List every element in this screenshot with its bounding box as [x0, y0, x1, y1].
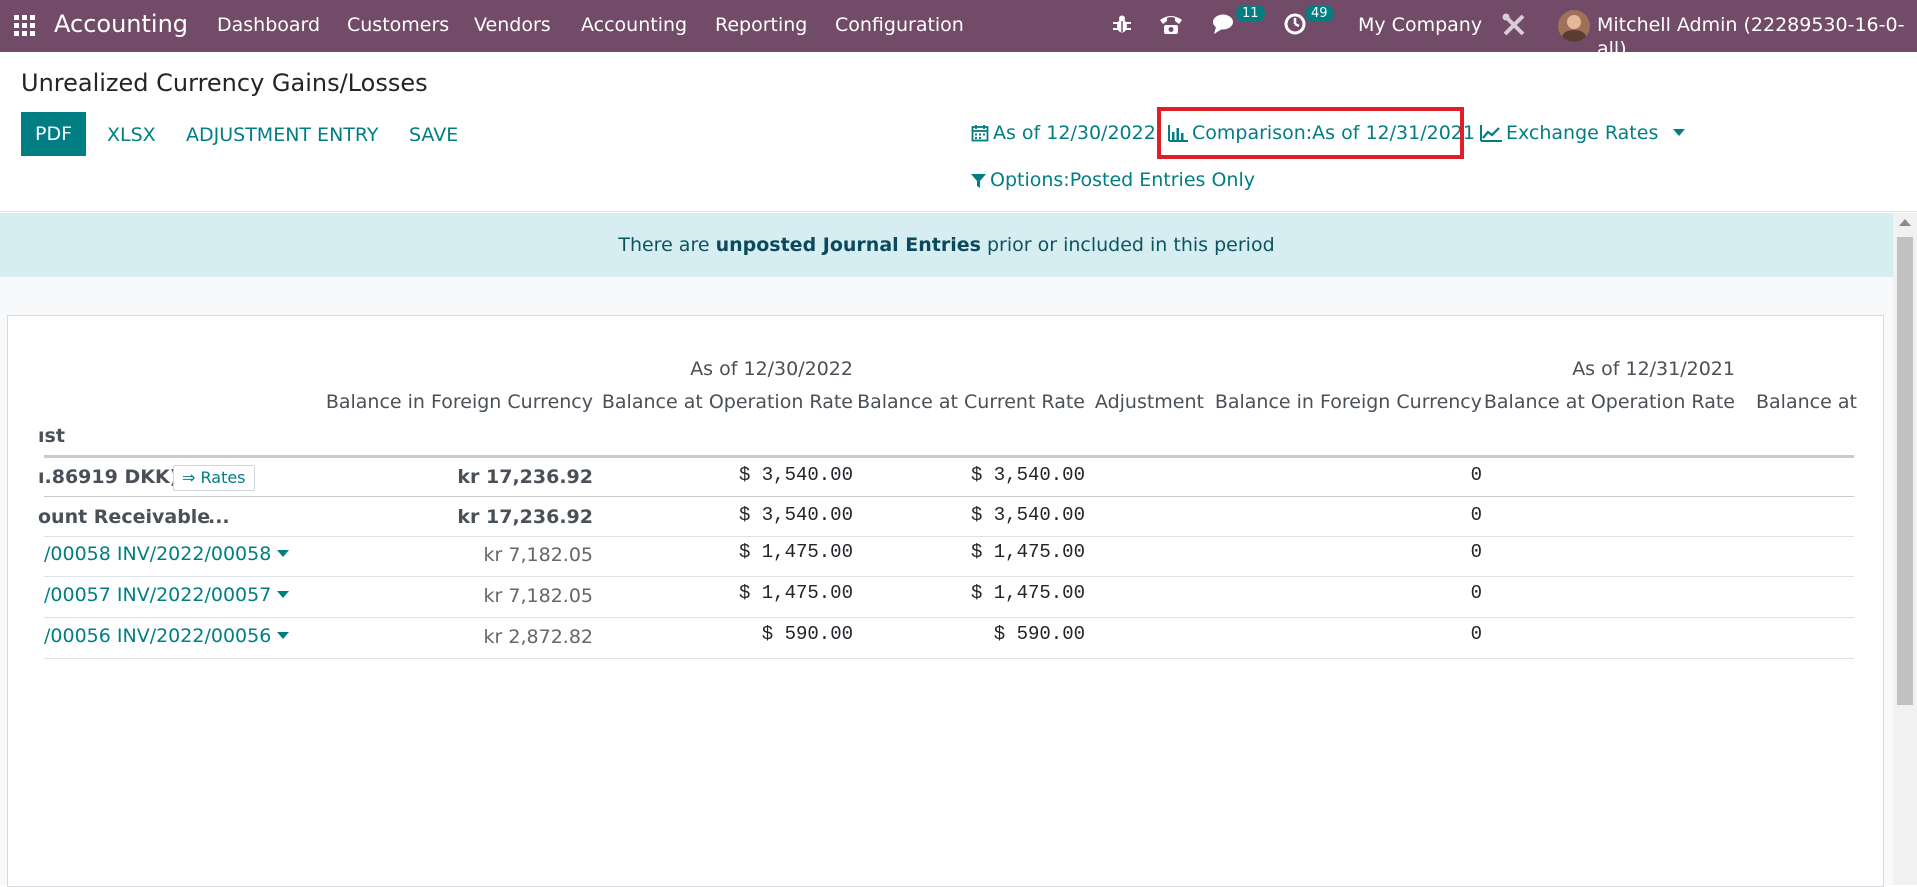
- menu-customers[interactable]: Customers: [347, 13, 449, 37]
- menu-reporting[interactable]: Reporting: [715, 13, 807, 37]
- apps-grid-icon[interactable]: [14, 15, 36, 37]
- menu-dashboard[interactable]: Dashboard: [217, 13, 320, 37]
- company-switcher[interactable]: My Company: [1358, 13, 1482, 37]
- adjustment-entry-button[interactable]: ADJUSTMENT ENTRY: [186, 123, 378, 147]
- invoice-line-link[interactable]: /00056 INV/2022/00056: [44, 624, 290, 648]
- col-header-operation-rate: Balance at Operation Rate: [601, 391, 853, 413]
- debug-bug-icon[interactable]: [1111, 13, 1133, 35]
- date-filter-label: As of 12/30/2022: [993, 122, 1156, 144]
- account-row-comp-foreign: 0: [1470, 504, 1482, 526]
- rates-button[interactable]: ⇒ Rates: [173, 465, 255, 491]
- account-row-op-rate: $ 3,540.00: [738, 504, 853, 526]
- messages-chat-icon[interactable]: [1212, 12, 1238, 36]
- messages-count-badge: 11: [1236, 5, 1265, 22]
- invoice-line-op-rate: $ 1,475.00: [738, 582, 853, 604]
- date-filter[interactable]: As of 12/30/2022: [971, 121, 1156, 145]
- col-header-foreign-currency: Balance in Foreign Currency: [325, 391, 593, 413]
- chevron-down-icon[interactable]: [277, 591, 290, 598]
- invoice-line-cur-rate: $ 1,475.00: [970, 582, 1085, 604]
- col-header-adjustment: Adjustment: [1094, 391, 1204, 413]
- invoice-line-comp-foreign: 0: [1470, 582, 1482, 604]
- scrollbar-thumb[interactable]: [1897, 237, 1913, 705]
- invoice-line-comp-foreign: 0: [1470, 541, 1482, 563]
- user-menu[interactable]: Mitchell Admin (22289530-16-0-all): [1597, 13, 1917, 61]
- xlsx-button[interactable]: XLSX: [107, 123, 156, 147]
- chevron-down-icon: [1673, 129, 1686, 136]
- top-navbar: Accounting Dashboard Customers Vendors A…: [0, 0, 1917, 60]
- invoice-line-op-rate: $ 1,475.00: [738, 541, 853, 563]
- account-row-ellipsis[interactable]: ...: [208, 505, 230, 529]
- menu-configuration[interactable]: Configuration: [835, 13, 964, 37]
- account-row-foreign: kr 17,236.92: [457, 506, 593, 528]
- invoice-line-cur-rate: $ 590.00: [993, 623, 1085, 645]
- filter-funnel-icon: [971, 174, 986, 188]
- row-divider: [44, 658, 1854, 659]
- chevron-down-icon[interactable]: [277, 550, 290, 557]
- col-header-comp-current-rate: Balance at: [1756, 391, 1857, 413]
- invoice-line-comp-foreign: 0: [1470, 623, 1482, 645]
- unposted-entries-link[interactable]: unposted Journal Entries: [716, 234, 981, 256]
- header-divider: [44, 455, 1854, 458]
- activities-clock-icon[interactable]: [1283, 12, 1307, 36]
- page-title: Unrealized Currency Gains/Losses: [21, 69, 428, 97]
- invoice-line-foreign: kr 7,182.05: [483, 585, 593, 607]
- row-divider: [44, 576, 1854, 577]
- activities-count-badge: 49: [1305, 5, 1334, 22]
- account-row-cur-rate: $ 3,540.00: [970, 504, 1085, 526]
- menu-accounting[interactable]: Accounting: [581, 13, 687, 37]
- col-header-current-rate: Balance at Current Rate: [857, 391, 1085, 413]
- currency-row-cur-rate: $ 3,540.00: [970, 464, 1085, 486]
- control-panel-divider: [0, 211, 1917, 212]
- exchange-rates-filter[interactable]: Exchange Rates: [1480, 121, 1686, 145]
- comparison-highlight-box: [1157, 107, 1464, 159]
- chevron-down-icon[interactable]: [277, 632, 290, 639]
- alert-suffix: prior or included in this period: [980, 234, 1275, 256]
- currency-row-foreign: kr 17,236.92: [457, 466, 593, 488]
- options-filter-label: Options:Posted Entries Only: [990, 169, 1255, 191]
- options-filter[interactable]: Options:Posted Entries Only: [971, 168, 1255, 192]
- row-divider: [44, 617, 1854, 618]
- unposted-entries-alert: There are unposted Journal Entries prior…: [0, 213, 1893, 277]
- invoice-line-link[interactable]: /00057 INV/2022/00057: [44, 583, 290, 607]
- settings-tools-icon[interactable]: [1501, 12, 1527, 38]
- calendar-icon: [971, 125, 989, 142]
- menu-vendors[interactable]: Vendors: [474, 13, 551, 37]
- report-sheet: As of 12/30/2022 As of 12/31/2021 Balanc…: [7, 315, 1884, 887]
- save-button[interactable]: SAVE: [409, 123, 458, 147]
- period-header-current: As of 12/30/2022: [690, 358, 853, 380]
- account-row-name[interactable]: ount Receivable: [38, 505, 210, 529]
- currency-row-name: ı.86919 DKK): [38, 466, 179, 488]
- invoice-line-op-rate: $ 590.00: [761, 623, 853, 645]
- currency-row-op-rate: $ 3,540.00: [738, 464, 853, 486]
- row-divider: [44, 496, 1854, 497]
- user-avatar[interactable]: [1558, 10, 1590, 42]
- line-chart-icon: [1480, 125, 1502, 142]
- invoice-line-foreign: kr 2,872.82: [483, 626, 593, 648]
- pdf-button[interactable]: PDF: [21, 112, 86, 156]
- col-header-comp-foreign-currency: Balance in Foreign Currency: [1214, 391, 1482, 413]
- invoice-line-link[interactable]: /00058 INV/2022/00058: [44, 542, 290, 566]
- alert-prefix: There are: [618, 234, 716, 256]
- invoice-line-foreign: kr 7,182.05: [483, 544, 593, 566]
- col-header-comp-operation-rate: Balance at Operation Rate: [1483, 391, 1735, 413]
- app-name[interactable]: Accounting: [54, 10, 188, 38]
- currency-row-comp-foreign: 0: [1470, 464, 1482, 486]
- voip-phone-icon[interactable]: [1158, 12, 1184, 36]
- scroll-up-arrow-icon[interactable]: [1899, 219, 1911, 226]
- row-divider: [44, 536, 1854, 537]
- exchange-rates-label: Exchange Rates: [1506, 122, 1659, 144]
- name-column-header: ıst: [38, 425, 65, 447]
- period-header-comparison: As of 12/31/2021: [1572, 358, 1735, 380]
- invoice-line-cur-rate: $ 1,475.00: [970, 541, 1085, 563]
